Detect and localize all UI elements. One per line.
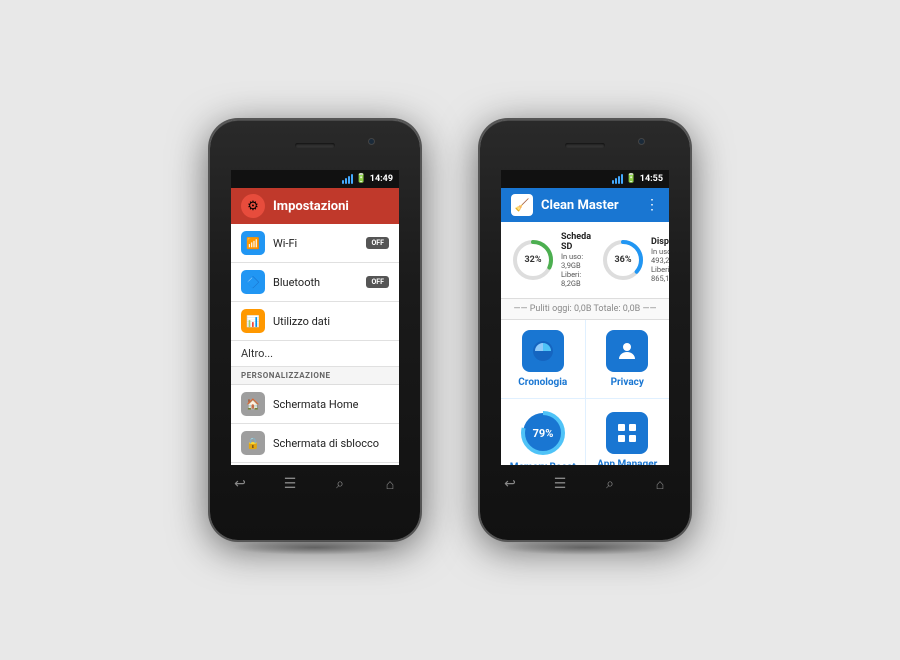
bluetooth-icon: 🔷 — [241, 270, 265, 294]
cm-menu-icon[interactable]: ⋮ — [645, 197, 659, 213]
cm-puliti: —— Puliti oggi: 0,0B Totale: 0,0B —— — [501, 299, 669, 320]
menu-button-2[interactable]: ☰ — [549, 473, 571, 495]
phone-settings: 🔋 14:49 ⚙ Impostazioni 📶 Wi-Fi OFF — [210, 120, 420, 540]
appmanager-icon: A — [606, 412, 648, 454]
device-percent: 36% — [615, 255, 632, 265]
privacy-label: Privacy — [611, 377, 644, 388]
cm-grid: Cronologia Privacy — [501, 320, 669, 465]
home-label: Schermata Home — [273, 398, 389, 411]
settings-item-more[interactable]: Altro... — [231, 341, 399, 367]
settings-item-themes[interactable]: 🎨 Temi — [231, 463, 399, 465]
screen-settings: 🔋 14:49 ⚙ Impostazioni 📶 Wi-Fi OFF — [231, 170, 399, 465]
settings-item-data[interactable]: 📊 Utilizzo dati — [231, 302, 399, 341]
search-button-1[interactable]: ⌕ — [329, 473, 351, 495]
settings-title: Impostazioni — [273, 199, 349, 214]
screen-cleanmaster: 🔋 14:55 🧹 Clean Master ⋮ — [501, 170, 669, 465]
time-2: 14:55 — [640, 174, 663, 184]
lock-label: Schermata di sblocco — [273, 437, 389, 450]
privacy-icon — [606, 330, 648, 372]
settings-item-home[interactable]: 🏠 Schermata Home — [231, 385, 399, 424]
cm-logo-icon: 🧹 — [511, 194, 533, 216]
device-circle: 36% — [601, 238, 645, 282]
settings-list: 📶 Wi-Fi OFF 🔷 Bluetooth OFF 📊 Utilizzo d… — [231, 224, 399, 465]
home-button-2[interactable]: ⌂ — [649, 473, 671, 495]
settings-item-bluetooth[interactable]: 🔷 Bluetooth OFF — [231, 263, 399, 302]
menu-button-1[interactable]: ☰ — [279, 473, 301, 495]
section-personalizzazione: PERSONALIZZAZIONE — [231, 367, 399, 385]
home-button-1[interactable]: ⌂ — [379, 473, 401, 495]
bluetooth-toggle[interactable]: OFF — [366, 276, 389, 288]
cm-grid-memory[interactable]: 79% Memory Boost — [501, 399, 585, 465]
cm-content: 🧹 Clean Master ⋮ — [501, 188, 669, 465]
wifi-toggle[interactable]: OFF — [366, 237, 389, 249]
search-button-2[interactable]: ⌕ — [599, 473, 621, 495]
phone-bottom-2: ↩ ☰ ⌕ ⌂ — [480, 465, 690, 540]
memory-icon: 79% — [519, 409, 567, 457]
home-icon: 🏠 — [241, 392, 265, 416]
wifi-label: Wi-Fi — [273, 237, 358, 250]
cm-title: Clean Master — [541, 198, 637, 213]
appmanager-label: App Manager — [597, 459, 657, 465]
scene: 🔋 14:49 ⚙ Impostazioni 📶 Wi-Fi OFF — [210, 120, 690, 540]
time-1: 14:49 — [370, 174, 393, 184]
status-bar-2: 🔋 14:55 — [501, 170, 669, 188]
settings-content: ⚙ Impostazioni 📶 Wi-Fi OFF 🔷 Bluetooth — [231, 188, 399, 465]
signal-icon-2 — [612, 174, 623, 184]
battery-icon-1: 🔋 — [356, 174, 367, 184]
sd-stat-text: Scheda SD In uso: 3,9GB Liberi: 8,2GB — [561, 232, 591, 288]
settings-item-wifi[interactable]: 📶 Wi-Fi OFF — [231, 224, 399, 263]
cm-body: 32% Scheda SD In uso: 3,9GB Liberi: 8,2G… — [501, 222, 669, 465]
svg-text:A: A — [630, 435, 635, 443]
memory-label: Memory Boost — [510, 462, 576, 465]
settings-item-lock[interactable]: 🔒 Schermata di sblocco — [231, 424, 399, 463]
cm-header: 🧹 Clean Master ⋮ — [501, 188, 669, 222]
signal-icon-1 — [342, 174, 353, 184]
wifi-icon: 📶 — [241, 231, 265, 255]
camera-1 — [368, 138, 375, 145]
battery-icon-2: 🔋 — [626, 174, 637, 184]
svg-text:79%: 79% — [532, 427, 553, 440]
phone-bottom-1: ↩ ☰ ⌕ ⌂ — [210, 465, 420, 540]
cm-grid-privacy[interactable]: Privacy — [586, 320, 670, 398]
bluetooth-label: Bluetooth — [273, 276, 358, 289]
cm-grid-appmanager[interactable]: A App Manager — [586, 399, 670, 465]
speaker-2 — [565, 143, 605, 148]
back-button-1[interactable]: ↩ — [229, 473, 251, 495]
speaker-1 — [295, 143, 335, 148]
cm-stats: 32% Scheda SD In uso: 3,9GB Liberi: 8,2G… — [501, 222, 669, 299]
camera-2 — [638, 138, 645, 145]
cm-grid-cronologia[interactable]: Cronologia — [501, 320, 585, 398]
back-button-2[interactable]: ↩ — [499, 473, 521, 495]
cronologia-icon — [522, 330, 564, 372]
cronologia-label: Cronologia — [518, 377, 567, 388]
cm-stat-device: 36% Dispositivo In uso: 493,2MB Liberi: … — [601, 232, 669, 288]
phone-top-2 — [480, 120, 690, 170]
status-bar-1: 🔋 14:49 — [231, 170, 399, 188]
sd-circle: 32% — [511, 238, 555, 282]
settings-header: ⚙ Impostazioni — [231, 188, 399, 224]
phone-top-1 — [210, 120, 420, 170]
data-icon: 📊 — [241, 309, 265, 333]
phone-cleanmaster: 🔋 14:55 🧹 Clean Master ⋮ — [480, 120, 690, 540]
data-label: Utilizzo dati — [273, 315, 389, 328]
settings-icon: ⚙ — [241, 194, 265, 218]
cm-stat-sd: 32% Scheda SD In uso: 3,9GB Liberi: 8,2G… — [511, 232, 591, 288]
device-stat-text: Dispositivo In uso: 493,2MB Liberi: 865,… — [651, 237, 669, 283]
sd-percent: 32% — [525, 255, 542, 265]
lock-icon: 🔒 — [241, 431, 265, 455]
